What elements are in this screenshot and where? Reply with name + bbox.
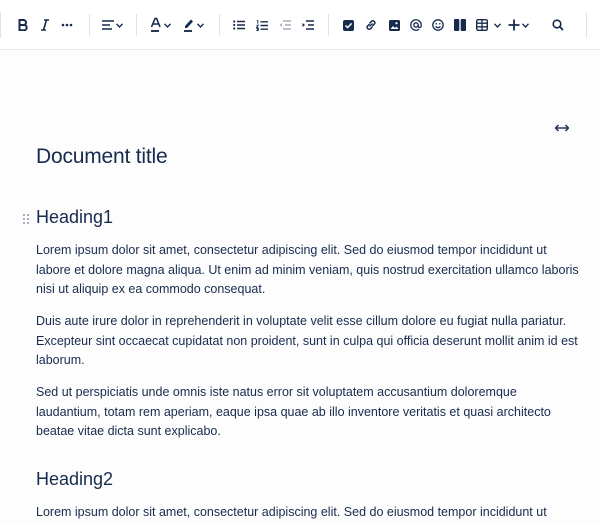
image-icon <box>388 19 400 31</box>
bullet-list-icon <box>233 20 245 30</box>
mention-icon <box>410 19 422 31</box>
paragraph[interactable]: Sed ut perspiciatis unde omnis iste natu… <box>36 383 580 442</box>
numbered-list-icon <box>256 19 268 31</box>
paragraph[interactable]: Lorem ipsum dolor sit amet, consectetur … <box>36 241 580 300</box>
full-width-toggle[interactable] <box>553 120 571 136</box>
layout-icon <box>454 19 466 31</box>
image-button[interactable] <box>385 13 403 37</box>
toolbar-divider <box>586 12 587 38</box>
editor-toolbar <box>0 0 600 50</box>
toolbar-divider <box>219 14 220 36</box>
toolbar-divider <box>0 12 1 38</box>
table-icon <box>475 19 488 31</box>
outdent-icon <box>279 20 291 30</box>
link-button[interactable] <box>362 13 380 37</box>
chevron-down-icon <box>115 22 123 28</box>
highlight-icon <box>183 19 193 32</box>
chevron-down-icon <box>521 22 529 28</box>
paragraph[interactable]: Lorem ipsum dolor sit amet, consectetur … <box>36 503 580 523</box>
mention-button[interactable] <box>407 13 425 37</box>
checkbox-icon <box>342 19 354 31</box>
expand-width-icon <box>555 124 569 132</box>
chevron-down-icon <box>163 22 171 28</box>
text-color-dropdown[interactable] <box>149 13 171 37</box>
heading-1[interactable]: Heading1 <box>36 207 113 228</box>
heading-2[interactable]: Heading2 <box>36 469 113 490</box>
drag-handle-icon <box>23 214 29 224</box>
bold-icon <box>18 19 28 31</box>
italic-button[interactable] <box>36 13 54 37</box>
table-dropdown[interactable] <box>473 13 503 37</box>
bullet-list-button[interactable] <box>230 13 248 37</box>
outdent-button[interactable] <box>276 13 294 37</box>
document-title[interactable]: Document title <box>36 145 168 169</box>
toolbar-divider <box>89 14 90 36</box>
text-color-icon <box>150 17 161 32</box>
search-icon <box>552 19 564 31</box>
emoji-button[interactable] <box>429 13 447 37</box>
paragraph[interactable]: Duis aute irure dolor in reprehenderit i… <box>36 312 580 371</box>
highlight-dropdown[interactable] <box>182 13 204 37</box>
toolbar-divider <box>136 14 137 36</box>
drag-handle[interactable] <box>22 212 30 224</box>
insert-dropdown[interactable] <box>507 13 529 37</box>
toolbar-divider <box>328 14 329 36</box>
bold-button[interactable] <box>14 13 32 37</box>
numbered-list-button[interactable] <box>253 13 271 37</box>
search-button[interactable] <box>549 13 567 37</box>
more-icon <box>61 23 73 27</box>
link-icon <box>366 20 376 30</box>
action-item-button[interactable] <box>339 13 357 37</box>
indent-button[interactable] <box>299 13 317 37</box>
layout-button[interactable] <box>451 13 469 37</box>
more-formatting-button[interactable] <box>58 13 76 37</box>
chevron-down-icon <box>493 22 501 28</box>
plus-icon <box>508 19 519 31</box>
indent-icon <box>302 20 314 30</box>
emoji-icon <box>432 19 444 31</box>
align-left-icon <box>101 20 114 30</box>
chevron-down-icon <box>196 22 204 28</box>
alignment-dropdown[interactable] <box>100 13 124 37</box>
italic-icon <box>41 19 49 31</box>
